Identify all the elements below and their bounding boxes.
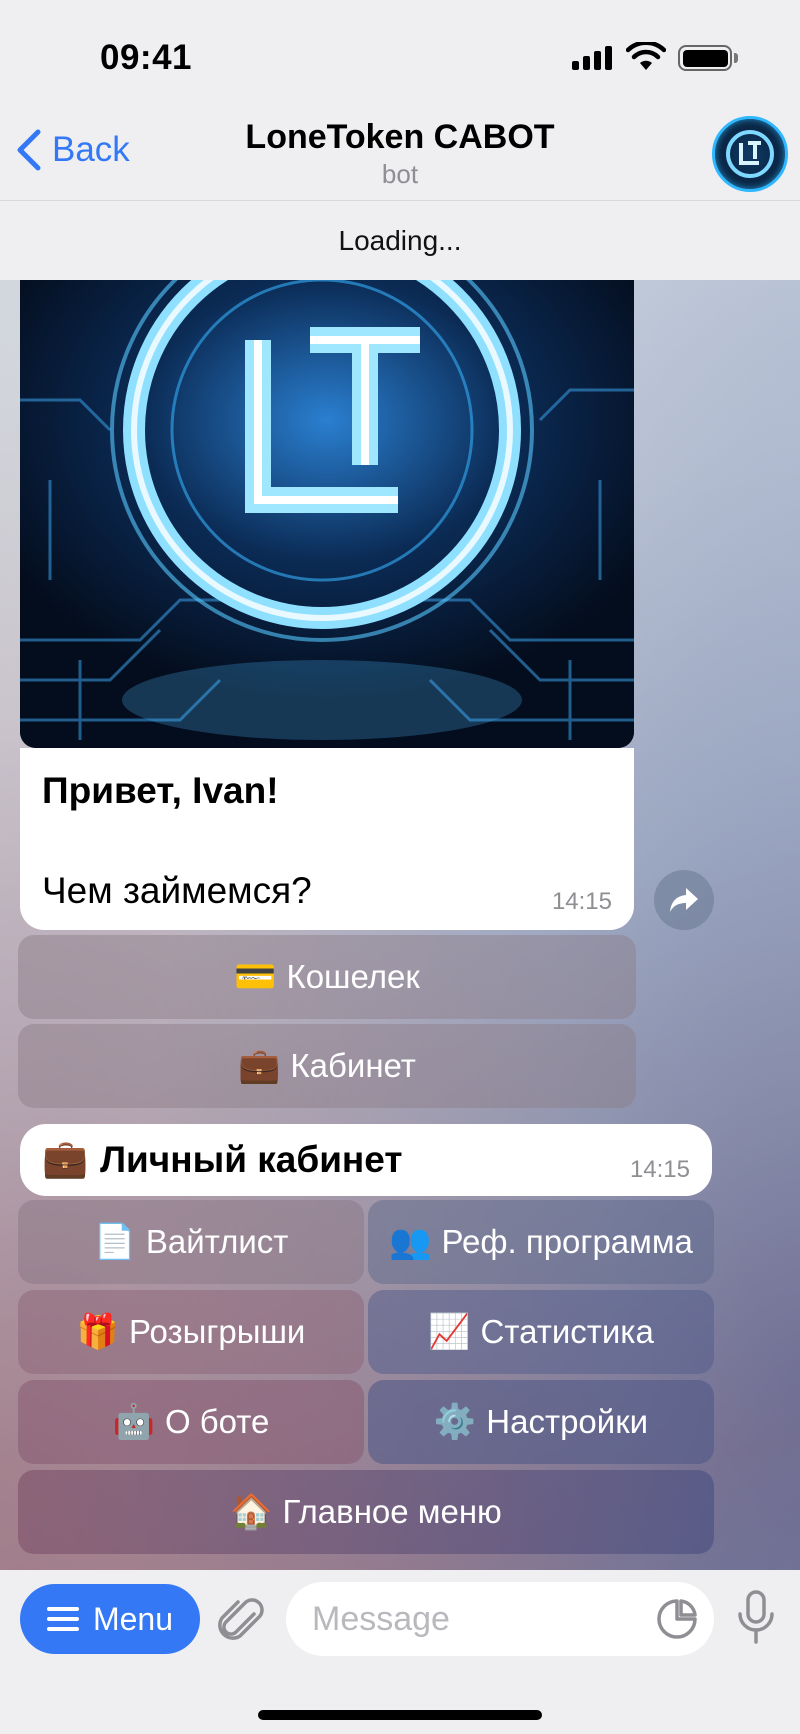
document-icon: 📄 xyxy=(93,1223,136,1261)
loading-banner: Loading... xyxy=(0,200,800,280)
chat-header[interactable]: LoneToken CABOT bot xyxy=(160,118,640,190)
house-icon: 🏠 xyxy=(230,1493,273,1531)
bot-logo-image[interactable] xyxy=(20,280,634,748)
statistics-button[interactable]: 📈 Статистика xyxy=(368,1290,714,1374)
button-label: Реф. программа xyxy=(441,1223,693,1260)
settings-button[interactable]: ⚙️ Настройки xyxy=(368,1380,714,1464)
button-label: Кошелек xyxy=(286,958,420,995)
share-button[interactable] xyxy=(654,870,714,930)
lonetoken-glow-logo-icon xyxy=(20,280,634,748)
message-text: 💼 Личный кабинет xyxy=(42,1138,403,1181)
chat-subtitle: bot xyxy=(381,159,419,189)
gift-icon: 🎁 xyxy=(76,1313,119,1351)
sticker-icon[interactable] xyxy=(656,1598,698,1640)
button-label: Настройки xyxy=(486,1403,649,1440)
message-time: 14:15 xyxy=(629,1156,690,1183)
briefcase-icon: 💼 xyxy=(238,1047,281,1085)
cellular-signal-icon xyxy=(572,46,612,70)
referral-program-button[interactable]: 👥 Реф. программа xyxy=(368,1200,714,1284)
battery-icon xyxy=(678,45,732,71)
lonetoken-logo-icon xyxy=(726,130,774,178)
chart-up-icon: 📈 xyxy=(428,1313,471,1351)
credit-card-icon: 💳 xyxy=(234,958,277,996)
message-input[interactable] xyxy=(286,1582,714,1656)
giveaways-button[interactable]: 🎁 Розыгрыши xyxy=(18,1290,364,1374)
whitelist-button[interactable]: 📄 Вайтлист xyxy=(18,1200,364,1284)
briefcase-icon: 💼 xyxy=(42,1138,89,1179)
hamburger-icon xyxy=(46,1607,79,1631)
button-label: Кабинет xyxy=(290,1047,416,1084)
nav-bar: Back LoneToken CABOT bot xyxy=(0,100,800,200)
chat-title: LoneToken CABOT xyxy=(245,118,555,156)
status-time: 09:41 xyxy=(100,38,193,77)
users-icon: 👥 xyxy=(389,1223,432,1261)
question-text: Чем займемся? xyxy=(42,870,312,911)
home-indicator[interactable] xyxy=(258,1710,542,1720)
microphone-icon[interactable] xyxy=(736,1590,776,1646)
back-button[interactable]: Back xyxy=(14,128,130,172)
chevron-left-icon xyxy=(17,129,41,171)
button-label: Розыгрыши xyxy=(128,1313,306,1350)
input-bar: Menu xyxy=(0,1570,800,1734)
cabinet-message: 💼 Личный кабинет 14:15 xyxy=(20,1124,712,1196)
main-menu-button[interactable]: 🏠 Главное меню xyxy=(18,1470,714,1554)
button-label: Вайтлист xyxy=(145,1223,289,1260)
gear-icon: ⚙️ xyxy=(433,1403,477,1441)
cabinet-title: Личный кабинет xyxy=(100,1138,403,1180)
wifi-icon xyxy=(626,42,666,70)
paperclip-icon[interactable] xyxy=(218,1594,266,1646)
button-label: О боте xyxy=(164,1403,270,1440)
back-label: Back xyxy=(52,130,130,169)
share-arrow-icon xyxy=(670,888,698,912)
message-text: Привет, Ivan! Чем займемся? xyxy=(42,766,312,916)
wallet-button[interactable]: 💳 Кошелек xyxy=(18,935,636,1019)
battery-cap xyxy=(734,53,738,63)
message-time: 14:15 xyxy=(551,888,612,915)
menu-button[interactable]: Menu xyxy=(20,1584,200,1654)
button-label: Главное меню xyxy=(282,1493,502,1530)
button-label: Статистика xyxy=(480,1313,654,1350)
welcome-message: Привет, Ivan! Чем займемся? 14:15 xyxy=(20,748,634,930)
about-bot-button[interactable]: 🤖 О боте xyxy=(18,1380,364,1464)
menu-label: Menu xyxy=(92,1600,174,1637)
status-bar: 09:41 xyxy=(0,0,800,100)
greeting-text: Привет, Ivan! xyxy=(42,770,279,811)
bot-avatar[interactable] xyxy=(712,116,788,192)
cabinet-button[interactable]: 💼 Кабинет xyxy=(18,1024,636,1108)
robot-icon: 🤖 xyxy=(112,1403,155,1441)
